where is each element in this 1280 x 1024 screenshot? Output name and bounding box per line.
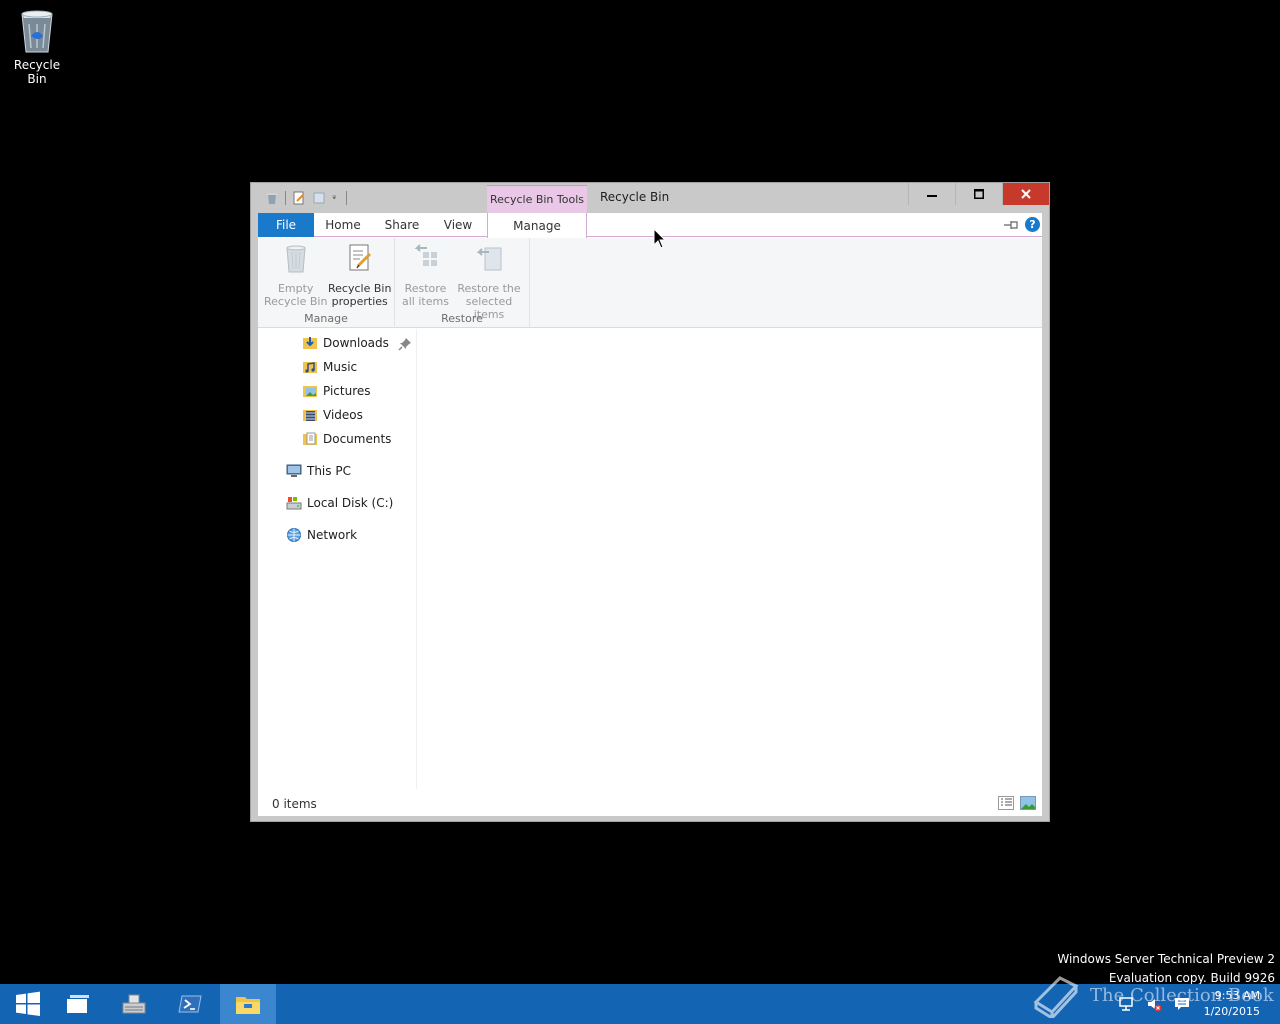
button-label-line1: Empty [277,282,314,295]
minimize-icon [927,195,937,197]
title-bar[interactable]: Recycle Bin Tools Recycle Bin [251,183,1049,213]
ribbon-right-controls: ? [1003,217,1040,232]
recycle-bin-properties-button[interactable]: Recycle Bin properties [328,242,391,308]
watermark-text: The Collection Book [1090,984,1274,1006]
powershell-button[interactable] [162,984,218,1024]
item-count: 0 items [272,797,317,811]
nav-item-label: Videos [323,408,363,422]
button-label-line2: properties [331,295,388,308]
network-icon [287,528,301,542]
pictures-icon [303,386,317,397]
server-manager-icon [122,994,146,1014]
tab-view[interactable]: View [434,213,482,237]
chevron-down-icon[interactable] [332,191,340,205]
watermark-line1: Windows Server Technical Preview 2 [1057,952,1275,966]
nav-item-label: Downloads [323,336,389,350]
restore-selected-items-button[interactable]: Restore the selected items [449,242,529,321]
new-folder-icon[interactable] [312,191,326,205]
button-label-line1: Recycle Bin [328,282,392,295]
maximize-button[interactable] [955,183,1002,205]
divider [346,191,347,205]
large-icons-view-icon[interactable] [1020,796,1036,810]
window-title: Recycle Bin [600,190,670,204]
nav-item-downloads[interactable]: Downloads [302,333,389,353]
nav-item-label: Local Disk (C:) [307,496,394,510]
context-tab-header: Recycle Bin Tools [487,185,587,213]
videos-icon [303,410,317,421]
windows-logo-icon [16,991,40,1016]
tab-file[interactable]: File [258,213,314,237]
desktop-icon-recycle-bin[interactable]: Recycle Bin [4,6,70,86]
music-icon [303,362,317,373]
button-label-line1: Restore [404,282,447,295]
recycle-bin-icon [286,245,306,273]
desktop-icon-label: Recycle Bin [13,58,61,86]
navigation-pane: Downloads Music Pictures Videos Document… [258,329,417,789]
folder-icon [236,997,260,1014]
pin-icon[interactable] [398,337,412,351]
window-controls [908,183,1049,205]
close-icon [1021,189,1031,199]
nav-item-label: Network [307,528,358,542]
nav-item-label: Music [323,360,358,374]
tab-home[interactable]: Home [318,213,368,237]
minimize-button[interactable] [908,183,955,205]
mouse-cursor-icon [653,228,667,249]
ribbon-group-manage: Empty Recycle Bin Recycle Bin properties… [258,238,395,328]
empty-recycle-bin-button[interactable]: Empty Recycle Bin [264,242,327,308]
nav-item-label: Pictures [323,384,371,398]
window-content: File Home Share View Manage ? Empty Recy… [258,213,1042,816]
ribbon-body: Empty Recycle Bin Recycle Bin properties… [258,238,1042,328]
nav-item-network[interactable]: Network [286,525,357,545]
ribbon-group-restore: Restore all items Restore the selected i… [395,238,530,328]
powershell-icon [178,995,202,1013]
nav-item-pictures[interactable]: Pictures [302,381,371,401]
properties-icon[interactable] [292,191,306,205]
disk-icon [286,497,302,510]
tab-share[interactable]: Share [374,213,430,237]
server-manager-button[interactable] [106,984,162,1024]
details-view-icon[interactable] [998,796,1014,810]
divider [285,191,286,205]
nav-item-music[interactable]: Music [302,357,357,377]
explorer-window: Recycle Bin Tools Recycle Bin File Home … [250,182,1050,822]
task-view-icon [67,995,89,1013]
documents-icon [303,432,317,445]
restore-selected-icon [476,247,502,271]
button-label-line2: Recycle Bin [264,295,328,308]
button-label-line1: Restore the [457,282,521,295]
status-bar: 0 items [258,790,1042,816]
nav-item-documents[interactable]: Documents [302,429,391,449]
task-view-button[interactable] [50,984,106,1024]
nav-item-label: This PC [307,464,351,478]
maximize-icon [974,189,984,199]
ribbon-group-label: Manage [304,312,348,325]
button-label-line2: all items [402,295,449,308]
nav-item-label: Documents [323,432,392,446]
ribbon-group-label: Restore [441,312,483,325]
tab-manage[interactable]: Manage [487,213,587,238]
quick-access-toolbar [265,189,347,207]
nav-item-this-pc[interactable]: This PC [286,461,351,481]
recycle-bin-icon [21,10,53,53]
nav-item-local-disk[interactable]: Local Disk (C:) [286,493,393,513]
view-switcher [998,796,1036,810]
pin-ribbon-icon[interactable] [1003,219,1019,231]
start-button[interactable] [0,984,56,1024]
properties-icon [349,244,371,271]
help-icon[interactable]: ? [1025,217,1040,232]
ribbon-tabs: File Home Share View Manage ? [258,213,1042,238]
file-explorer-button[interactable] [220,984,276,1024]
restore-all-items-button[interactable]: Restore all items [402,242,449,308]
downloads-icon [303,337,317,349]
computer-icon [286,464,302,477]
restore-all-icon [415,244,438,266]
site-watermark: The Collection Book [1030,972,1274,1018]
nav-item-videos[interactable]: Videos [302,405,363,425]
recycle-bin-icon [267,193,277,204]
close-button[interactable] [1002,183,1049,205]
book-icon [1033,976,1079,1018]
file-list[interactable] [418,329,1042,789]
